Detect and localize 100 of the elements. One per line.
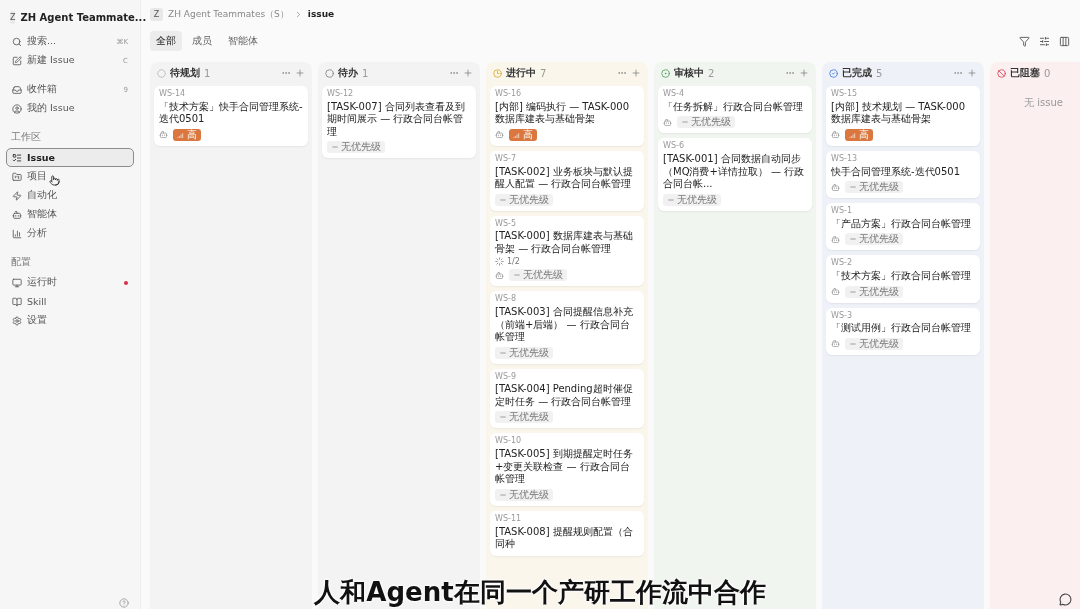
- priority-tag[interactable]: 无优先级: [495, 346, 553, 359]
- issue-id: WS-14: [159, 90, 187, 99]
- issue-id: WS-10: [495, 437, 523, 447]
- issue-card[interactable]: WS-14 「技术方案」快手合同管理系统-迭代0501 高: [154, 86, 308, 146]
- sidebar-item[interactable]: Issue: [6, 148, 134, 167]
- priority-tag[interactable]: 无优先级: [845, 233, 903, 246]
- filter-icon[interactable]: [1019, 35, 1030, 47]
- help-icon[interactable]: [119, 598, 129, 608]
- issue-card[interactable]: WS-11 [TASK-008] 提醒规则配置（合同种: [490, 510, 644, 556]
- sidebar-item[interactable]: 设置: [6, 311, 134, 330]
- priority-tag[interactable]: 无优先级: [495, 193, 553, 206]
- add-icon[interactable]: [295, 68, 305, 78]
- column-count: 5: [876, 67, 884, 79]
- column-count: 0: [1044, 67, 1052, 79]
- issue-id: WS-4: [663, 90, 685, 99]
- add-icon[interactable]: [463, 68, 473, 78]
- issue-title: [TASK-001] 合同数据自动同步（MQ消费+详情拉取） — 行政合同台帐...: [663, 153, 806, 191]
- issue-card[interactable]: WS-4 「任务拆解」行政合同台帐管理 无优先级: [658, 86, 812, 134]
- issue-id: WS-9: [495, 372, 517, 382]
- chat-icon[interactable]: [1059, 593, 1072, 606]
- issue-title: [TASK-005] 到期提醒定时任务+变更关联检查 — 行政合同台帐管理: [495, 448, 634, 486]
- column-title: 进行中: [506, 66, 536, 80]
- add-icon[interactable]: [967, 68, 977, 78]
- section-title: 配置: [10, 255, 32, 269]
- issue-title: [内部] 编码执行 — TASK-000 数据库建表与基础骨架: [495, 100, 631, 126]
- column-count: 2: [708, 67, 716, 79]
- issue-card[interactable]: WS-15 [内部] 技术规划 — TASK-000 数据库建表与基础骨架 高: [826, 86, 980, 146]
- user-icon: [12, 103, 22, 114]
- column-title: 待办: [338, 66, 358, 80]
- add-icon[interactable]: [631, 68, 641, 78]
- sidebar-item[interactable]: 智能体: [6, 205, 134, 224]
- video-subtitle: 人和Agent在同一个产研工作流中合作: [314, 578, 766, 607]
- spinner-icon: [495, 257, 504, 267]
- issue-title: 「技术方案」行政合同台帐管理: [831, 270, 972, 283]
- filter-tab[interactable]: 智能体: [222, 31, 264, 51]
- sidebar-item[interactable]: Skill: [6, 292, 134, 311]
- issue-id: WS-3: [831, 311, 853, 321]
- breadcrumb-link[interactable]: ZH Agent Teammates（S）: [168, 7, 289, 21]
- column-title: 已完成: [842, 66, 872, 80]
- issue-card[interactable]: WS-10 [TASK-005] 到期提醒定时任务+变更关联检查 — 行政合同台帐管理 无优先级: [490, 433, 644, 506]
- add-icon[interactable]: [799, 68, 809, 78]
- issue-id: WS-11: [495, 514, 523, 524]
- check-circle-icon: [829, 68, 838, 78]
- priority-tag[interactable]: 无优先级: [327, 141, 385, 154]
- issue-id: WS-2: [831, 259, 853, 269]
- issue-card[interactable]: WS-13 快手合同管理系统-迭代0501 无优先级: [826, 150, 980, 199]
- column-count: 7: [540, 67, 548, 79]
- sidebar-item[interactable]: 分析: [6, 224, 134, 243]
- section-title: 工作区: [10, 130, 42, 144]
- columns-icon[interactable]: [1059, 35, 1070, 47]
- priority-tag[interactable]: 无优先级: [495, 411, 553, 424]
- issue-card[interactable]: WS-16 [内部] 编码执行 — TASK-000 数据库建表与基础骨架 高: [490, 86, 644, 146]
- priority-tag[interactable]: 无优先级: [677, 116, 735, 129]
- issue-card[interactable]: WS-1 「产品方案」行政合同台帐管理 无优先级: [826, 203, 980, 251]
- column-title: 已阻塞: [1010, 66, 1040, 80]
- issue-id: WS-12: [327, 90, 355, 99]
- ban-icon: [997, 68, 1006, 78]
- workspace-name[interactable]: ZH Agent Teammate...: [20, 11, 147, 23]
- sidebar-item[interactable]: 自动化: [6, 186, 134, 205]
- edit-icon: [12, 55, 22, 66]
- dashed-circle-icon: [157, 68, 166, 78]
- issue-title: [TASK-003] 合同提醒信息补充（前端+后端） — 行政合同台帐管理: [495, 306, 634, 344]
- book-icon: [12, 296, 22, 307]
- filter-tab[interactable]: 全部: [150, 31, 182, 51]
- signal-bars-icon: [513, 130, 521, 139]
- issue-id: WS-8: [495, 295, 517, 305]
- issue-title: [TASK-002] 业务板块与默认提醒人配置 — 行政合同台帐管理: [495, 165, 634, 191]
- issue-card[interactable]: WS-2 「技术方案」行政合同台帐管理 无优先级: [826, 255, 980, 303]
- signal-bars-icon: [177, 130, 185, 139]
- issue-card[interactable]: WS-8 [TASK-003] 合同提醒信息补充（前端+后端） — 行政合同台帐管理 无优先级: [490, 291, 644, 364]
- priority-tag[interactable]: 无优先级: [509, 269, 567, 282]
- sidebar-item[interactable]: 项目: [6, 167, 134, 186]
- sidebar-item[interactable]: 我的 Issue: [6, 99, 134, 118]
- column-title: 待规划: [170, 66, 200, 80]
- issue-title: 快手合同管理系统-迭代0501: [831, 165, 962, 179]
- issue-title: [TASK-004] Pending超时催促定时任务 — 行政合同台帐管理: [495, 383, 634, 409]
- issue-card[interactable]: WS-6 [TASK-001] 合同数据自动同步（MQ消费+详情拉取） — 行政合同台帐... 无优先级: [658, 138, 812, 211]
- cursor-icon: [49, 175, 60, 186]
- priority-tag[interactable]: 无优先级: [845, 181, 903, 194]
- issue-card[interactable]: WS-12 [TASK-007] 合同列表查看及到期时间展示 — 行政合同台帐管理 无优先级: [322, 86, 476, 159]
- issue-card[interactable]: WS-5 [TASK-000] 数据库建表与基础骨架 — 行政合同台帐管理 1/2 无优先级: [490, 215, 644, 287]
- issue-id: WS-7: [495, 154, 517, 164]
- subtask-count: 1/2: [507, 257, 520, 267]
- issue-title: 「产品方案」行政合同台帐管理: [831, 217, 972, 231]
- priority-tag[interactable]: 无优先级: [845, 338, 903, 350]
- workspace-avatar: Z: [150, 7, 163, 21]
- filter-tab[interactable]: 成员: [186, 31, 218, 51]
- issue-title: 「测试用例」行政合同台帐管理: [831, 322, 972, 335]
- list-icon: [12, 152, 22, 163]
- issue-card[interactable]: WS-9 [TASK-004] Pending超时催促定时任务 — 行政合同台帐管理 无优先级: [490, 368, 644, 429]
- issue-id: WS-15: [831, 90, 859, 99]
- issue-card[interactable]: WS-7 [TASK-002] 业务板块与默认提醒人配置 — 行政合同台帐管理 无优先级: [490, 150, 644, 211]
- sliders-icon[interactable]: [1039, 35, 1050, 47]
- priority-tag[interactable]: 无优先级: [663, 193, 721, 206]
- priority-tag[interactable]: 无优先级: [495, 488, 553, 501]
- bot-icon: [12, 209, 22, 220]
- priority-tag[interactable]: 无优先级: [845, 285, 903, 298]
- lightning-icon: [12, 190, 22, 201]
- sidebar-item[interactable]: 运行时: [6, 273, 134, 292]
- issue-card[interactable]: WS-3 「测试用例」行政合同台帐管理 无优先级: [826, 307, 980, 355]
